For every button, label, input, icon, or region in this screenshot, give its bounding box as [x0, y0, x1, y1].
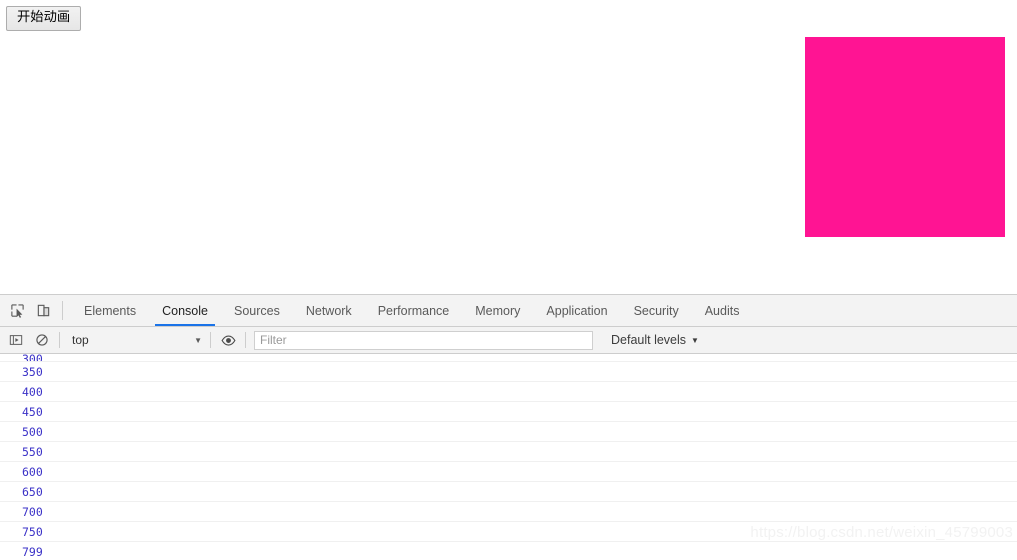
tab-audits[interactable]: Audits [692, 295, 753, 326]
console-message-row[interactable]: 650 [0, 482, 1017, 502]
web-page-viewport: 开始动画 [0, 0, 1017, 294]
clear-console-icon[interactable] [29, 327, 55, 353]
console-message-value: 700 [22, 505, 43, 519]
console-message-value: 750 [22, 525, 43, 539]
toolbar-divider [245, 332, 246, 348]
tab-label: Audits [704, 303, 740, 318]
tab-label: Performance [377, 303, 450, 318]
console-message-row[interactable]: 350 [0, 362, 1017, 382]
devtools-tab-list: Elements Console Sources Network Perform… [71, 295, 752, 326]
toolbar-divider [62, 301, 63, 320]
console-settings-eye-icon[interactable] [215, 327, 241, 353]
console-message-row[interactable]: 750 [0, 522, 1017, 542]
tab-label: Application [546, 303, 608, 318]
console-sidebar-toggle-icon[interactable] [3, 327, 29, 353]
tab-label: Elements [84, 303, 137, 318]
console-context-selector[interactable]: top ▼ [64, 330, 206, 350]
tab-memory[interactable]: Memory [462, 295, 533, 326]
console-message-value: 300 [22, 354, 43, 362]
tab-elements[interactable]: Elements [71, 295, 149, 326]
tab-label: Security [633, 303, 679, 318]
tab-label: Console [162, 303, 208, 318]
devtools-panel: Elements Console Sources Network Perform… [0, 294, 1017, 560]
console-toolbar: top ▼ Default levels ▼ [0, 327, 1017, 354]
console-message-row[interactable]: 600 [0, 462, 1017, 482]
log-levels-label: Default levels [611, 333, 687, 347]
chevron-down-icon: ▼ [691, 335, 699, 345]
console-log-levels-selector[interactable]: Default levels ▼ [611, 333, 699, 347]
toolbar-divider [210, 332, 211, 348]
tab-label: Network [305, 303, 352, 318]
context-selector-value: top [72, 333, 89, 347]
tab-console[interactable]: Console [149, 295, 221, 326]
console-message-value: 350 [22, 365, 43, 379]
console-message-row[interactable]: 400 [0, 382, 1017, 402]
console-message-value: 500 [22, 425, 43, 439]
console-message-list[interactable]: 300 350 400 450 500 550 600 650 700 750 [0, 354, 1017, 560]
tab-label: Sources [233, 303, 280, 318]
tab-security[interactable]: Security [621, 295, 692, 326]
console-message-row[interactable]: 300 [0, 354, 1017, 362]
console-message-value: 550 [22, 445, 43, 459]
console-message-value: 450 [22, 405, 43, 419]
console-message-row[interactable]: 500 [0, 422, 1017, 442]
console-message-row[interactable]: 700 [0, 502, 1017, 522]
console-filter-input[interactable] [254, 330, 593, 350]
tab-network[interactable]: Network [293, 295, 365, 326]
animated-pink-box [805, 37, 1005, 237]
start-animation-button[interactable]: 开始动画 [6, 6, 82, 31]
toolbar-divider [59, 332, 60, 348]
tab-performance[interactable]: Performance [365, 295, 463, 326]
console-message-value: 650 [22, 485, 43, 499]
device-toolbar-icon[interactable] [30, 295, 56, 326]
console-message-value: 799 [22, 545, 43, 559]
console-message-value: 400 [22, 385, 43, 399]
devtools-tabbar: Elements Console Sources Network Perform… [0, 295, 1017, 327]
chevron-down-icon: ▼ [194, 335, 202, 345]
console-message-value: 600 [22, 465, 43, 479]
tab-sources[interactable]: Sources [221, 295, 293, 326]
console-message-row[interactable]: 450 [0, 402, 1017, 422]
console-message-row[interactable]: 550 [0, 442, 1017, 462]
inspect-element-icon[interactable] [4, 295, 30, 326]
tab-label: Memory [475, 303, 521, 318]
tab-application[interactable]: Application [533, 295, 620, 326]
console-message-row[interactable]: 799 [0, 542, 1017, 560]
